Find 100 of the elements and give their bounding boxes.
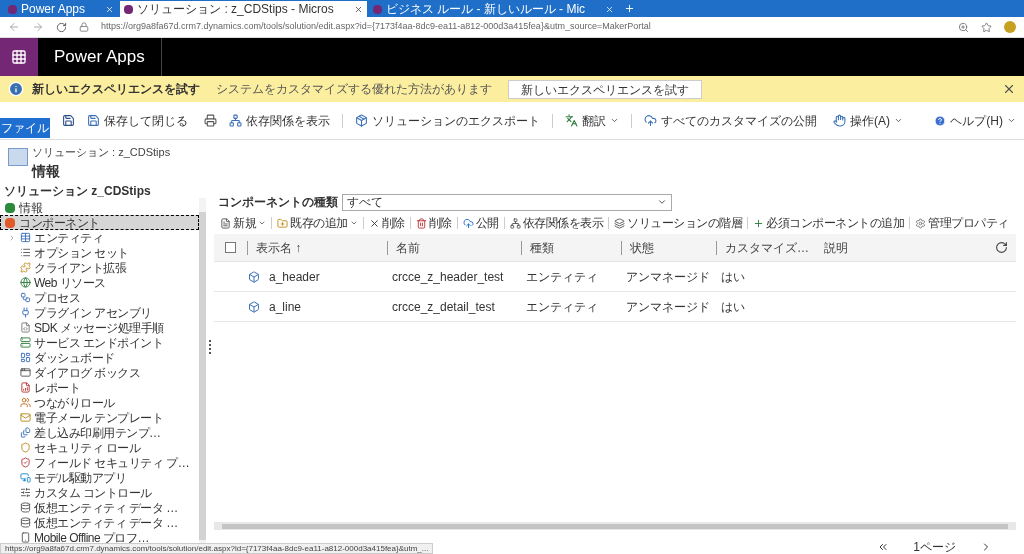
toolbar-button[interactable]: 必須コンポーネントの追加 <box>751 214 906 232</box>
refresh-icon[interactable] <box>995 241 1008 254</box>
nav-subitem[interactable]: Web リソース <box>0 275 199 290</box>
nav-subitem[interactable]: 仮想エンティティ データ … <box>0 515 199 530</box>
ribbon-button[interactable]: 保存して閉じる <box>83 111 192 130</box>
table-cell-text: a_line <box>268 298 303 316</box>
column-header[interactable]: 状態 <box>621 240 716 255</box>
component-type-dropdown[interactable]: すべて <box>342 193 672 211</box>
ribbon-button[interactable]: 翻訳 <box>561 111 623 130</box>
column-header[interactable]: 表示名 ↑ <box>247 240 387 255</box>
nav-subitem[interactable]: ダイアログ ボックス <box>0 365 199 380</box>
list-icon <box>20 247 31 258</box>
file-tab[interactable]: ファイル <box>0 118 50 138</box>
close-icon[interactable] <box>605 4 615 14</box>
ribbon-button[interactable]: 依存関係を表示 <box>225 111 334 130</box>
column-header[interactable]: 種類 <box>521 240 621 255</box>
globe-icon <box>20 277 31 288</box>
close-icon <box>368 217 380 229</box>
server-icon <box>20 337 31 348</box>
nav-subitem[interactable]: つながりロール <box>0 395 199 410</box>
upload-icon <box>644 114 657 127</box>
plus-icon <box>753 217 764 229</box>
toolbar-button[interactable]: 削除 <box>413 214 454 232</box>
nav-subitem[interactable]: レポート <box>0 380 199 395</box>
try-button[interactable]: 新しいエクスペリエンスを試す <box>508 79 702 99</box>
reload-icon[interactable] <box>56 21 67 33</box>
hand-icon <box>833 114 846 127</box>
star-icon[interactable] <box>981 21 992 33</box>
toolbar-button[interactable]: ソリューションの階層 <box>612 214 744 232</box>
network-icon <box>509 217 521 229</box>
lock-icon <box>79 22 89 32</box>
splitter-handle[interactable] <box>209 340 211 354</box>
address-field[interactable]: https://org9a8fa67d.crm7.dynamics.com/tools/solution/edit.aspx?id={7173f4aa-8dc9-ea11-a812-000d3a415fea}&utm_source=MakerPortal <box>101 20 946 34</box>
component-type-label: コンポーネントの種類 <box>218 194 338 211</box>
nav-subitem[interactable]: セキュリティ ロール <box>0 440 199 455</box>
first-page-icon[interactable] <box>877 541 890 553</box>
help-icon <box>934 114 947 127</box>
toolbar-button[interactable]: 管理プロパティ <box>913 214 1011 232</box>
grid-row[interactable]: a_line crcce_z_detail_test エンティティ アンマネージド はい <box>214 292 1016 322</box>
close-icon[interactable] <box>1002 82 1016 96</box>
toolbar-button[interactable]: 依存関係を表示 <box>507 214 605 232</box>
nav-subitem[interactable]: 電子メール テンプレート <box>0 410 199 425</box>
puzzle-icon <box>20 262 31 273</box>
column-header[interactable]: カスタマイズ… <box>716 240 816 255</box>
toolbar-button[interactable]: 新規 <box>218 214 268 232</box>
sliders-icon <box>20 487 31 498</box>
toolbar-button[interactable]: 削除 <box>366 214 407 232</box>
app-icon <box>124 4 134 14</box>
horizontal-scrollbar[interactable] <box>214 522 1016 530</box>
nav-subitem[interactable]: ダッシュボード <box>0 350 199 365</box>
save-icon[interactable] <box>62 114 75 127</box>
new-tab-icon[interactable] <box>624 3 636 14</box>
scrollbar[interactable] <box>199 212 206 540</box>
ribbon-button[interactable]: ソリューションのエクスポート <box>351 111 544 130</box>
avatar-icon[interactable] <box>1004 21 1016 33</box>
nav-subitem[interactable]: カスタム コントロール <box>0 485 199 500</box>
nav-subitem[interactable]: 仮想エンティティ データ … <box>0 500 199 515</box>
document-icon <box>220 217 231 229</box>
banner-message: システムをカスタマイズする優れた方法があります <box>216 81 492 98</box>
grid-row[interactable]: a_header crcce_z_header_test エンティティ アンマネージド はい <box>214 262 1016 292</box>
solution-icon <box>8 148 28 166</box>
nav-subitem[interactable]: SDK メッセージ処理手順 <box>0 320 199 335</box>
printer-icon[interactable] <box>204 114 217 127</box>
table-cell-text: アンマネージド <box>625 268 711 286</box>
table-cell-text: a_header <box>268 268 321 286</box>
tab-title: ビジネス ルール - 新しいルール - Mic <box>385 3 587 15</box>
ribbon-button[interactable]: 操作(A) <box>829 111 907 130</box>
nav-subitem[interactable]: Mobile Offline プロフ… <box>0 530 199 545</box>
nav-subitem[interactable]: プロセス <box>0 290 199 305</box>
toolbar-button[interactable]: 公開 <box>460 214 501 232</box>
column-header[interactable]: 名前 <box>387 240 521 255</box>
banner-title: 新しいエクスペリエンスを試す <box>32 81 200 98</box>
ribbon-button[interactable]: すべてのカスタマイズの公開 <box>640 111 821 130</box>
settings-icon <box>915 217 926 229</box>
zoom-icon[interactable] <box>958 21 969 33</box>
toolbar-button[interactable]: 既存の追加 <box>275 214 360 232</box>
nav-item[interactable]: コンポーネント <box>0 215 199 230</box>
waffle-icon <box>11 49 27 65</box>
column-header[interactable]: 説明 <box>816 240 995 255</box>
upload-icon <box>462 217 474 229</box>
help-button[interactable]: ヘルプ(H) <box>934 111 1024 130</box>
nav-subitem[interactable]: フィールド セキュリティ プ… <box>0 455 199 470</box>
table-cell-text: crcce_z_header_test <box>391 268 505 286</box>
app-launcher-button[interactable] <box>0 38 38 76</box>
nav-subitem[interactable]: エンティティ <box>0 230 199 245</box>
nav-subitem[interactable]: モデル駆動アプリ <box>0 470 199 485</box>
nav-subitem[interactable]: 差し込み印刷用テンプ… <box>0 425 199 440</box>
nav-subitem[interactable]: プラグイン アセンブリ <box>0 305 199 320</box>
select-all-checkbox[interactable] <box>225 242 236 253</box>
nav-subitem[interactable]: オプション セット <box>0 245 199 260</box>
nav-item[interactable]: 情報 <box>0 200 199 215</box>
database-icon <box>20 502 31 513</box>
folder-icon <box>277 217 288 229</box>
close-icon[interactable] <box>353 4 363 14</box>
nav-subitem[interactable]: サービス エンドポイント <box>0 335 199 350</box>
browser-tab[interactable]: ソリューション : z_CDStips - Micros <box>120 1 367 17</box>
close-icon[interactable] <box>105 4 115 14</box>
nav-subitem[interactable]: クライアント拡張 <box>0 260 199 275</box>
table-cell-text: はい <box>720 268 746 286</box>
layers-icon <box>614 217 625 229</box>
